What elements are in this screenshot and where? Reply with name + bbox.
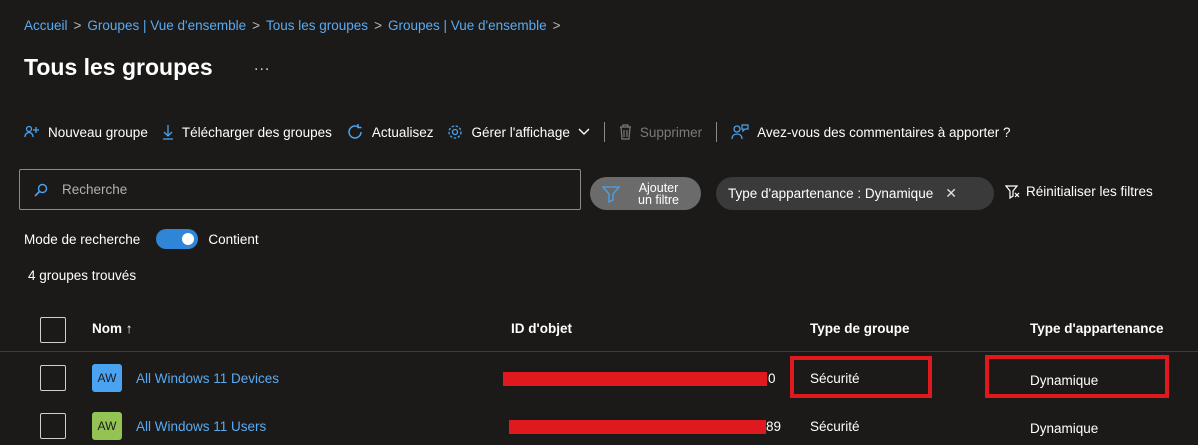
chevron-down-icon	[578, 128, 590, 136]
more-options-button[interactable]: ...	[254, 57, 270, 75]
toolbar-divider	[716, 122, 718, 142]
toolbar-divider	[603, 122, 605, 142]
close-icon[interactable]: ✕	[945, 185, 957, 202]
feedback-button[interactable]: Avez-vous des commentaires à apporter ?	[731, 124, 1011, 140]
delete-label: Supprimer	[639, 124, 703, 140]
select-all-checkbox[interactable]	[40, 317, 66, 343]
table-header: Nom ↑ ID d'objet Type de groupe Type d'a…	[0, 310, 1198, 350]
column-header-object-id[interactable]: ID d'objet	[511, 321, 572, 336]
redaction-bar	[509, 420, 766, 434]
active-filter-pill[interactable]: Type d'appartenance : Dynamique ✕	[716, 177, 994, 210]
refresh-button[interactable]: Actualisez	[346, 123, 434, 141]
redaction-bar	[503, 372, 767, 386]
refresh-label: Actualisez	[371, 124, 434, 140]
new-group-label: Nouveau groupe	[48, 124, 148, 140]
download-groups-button[interactable]: Télécharger des groupes	[162, 124, 332, 140]
new-group-icon	[24, 125, 40, 139]
search-mode-toggle[interactable]	[156, 229, 199, 249]
filter-icon	[602, 185, 620, 203]
header-divider	[0, 351, 1198, 352]
breadcrumb-separator: >	[552, 18, 561, 33]
column-header-membership-type[interactable]: Type d'appartenance	[1030, 321, 1164, 336]
breadcrumb-separator: >	[374, 18, 382, 33]
add-filter-label-line1: Ajouter	[638, 180, 679, 195]
search-box	[19, 169, 581, 210]
group-type: Sécurité	[810, 419, 860, 434]
avatar: AW	[92, 412, 122, 440]
active-filter-label: Type d'appartenance : Dynamique	[728, 186, 934, 201]
reset-filters-label: Réinitialiser les filtres	[1026, 184, 1153, 199]
search-mode-label: Mode de recherche	[24, 231, 141, 247]
gear-icon	[447, 124, 463, 140]
clear-filter-icon	[1005, 184, 1020, 199]
highlight-box-membership-type	[985, 355, 1169, 398]
breadcrumb-groups-overview[interactable]: Groupes | Vue d'ensemble	[87, 18, 246, 33]
breadcrumb-groups-overview-2[interactable]: Groupes | Vue d'ensemble	[388, 18, 547, 33]
breadcrumb-separator: >	[73, 18, 82, 33]
manage-view-label: Gérer l'affichage	[471, 124, 570, 140]
search-icon	[34, 183, 48, 197]
feedback-label: Avez-vous des commentaires à apporter ?	[757, 124, 1011, 140]
trash-icon	[619, 124, 632, 140]
object-id: 0	[768, 371, 776, 386]
column-header-name[interactable]: Nom ↑	[92, 321, 133, 336]
row-checkbox[interactable]	[40, 413, 66, 439]
membership-type: Dynamique	[1030, 421, 1099, 436]
add-filter-button[interactable]: Ajouter un filtre	[590, 177, 701, 210]
toolbar: Nouveau groupe Télécharger des groupes A…	[24, 121, 1025, 143]
breadcrumb-home[interactable]: Accueil	[24, 18, 68, 33]
search-input[interactable]	[62, 182, 542, 197]
highlight-box-group-type	[790, 356, 932, 398]
breadcrumb-all-groups[interactable]: Tous les groupes	[266, 18, 368, 33]
download-groups-label: Télécharger des groupes	[181, 124, 332, 140]
row-checkbox[interactable]	[40, 365, 66, 391]
breadcrumb: Accueil > Groupes | Vue d'ensemble > Tous le…	[24, 18, 567, 33]
table-row[interactable]: AW All Windows 11 Users 89 Sécurité Dyna…	[0, 406, 1198, 445]
results-count: 4 groupes trouvés	[28, 268, 137, 283]
group-name-link[interactable]: All Windows 11 Users	[136, 419, 266, 434]
breadcrumb-separator: >	[252, 18, 260, 33]
reset-filters-button[interactable]: Réinitialiser les filtres	[1005, 184, 1153, 199]
group-name-link[interactable]: All Windows 11 Devices	[136, 371, 279, 386]
object-id: 89	[766, 419, 782, 434]
column-header-group-type[interactable]: Type de groupe	[810, 321, 910, 336]
new-group-button[interactable]: Nouveau groupe	[24, 125, 148, 140]
delete-button[interactable]: Supprimer	[619, 124, 702, 140]
add-filter-label: Ajouter un filtre	[638, 180, 679, 207]
table-row[interactable]: AW All Windows 11 Devices 0 Sécurité Dyn…	[0, 355, 1198, 400]
download-icon	[162, 124, 174, 140]
avatar: AW	[92, 364, 122, 392]
page-title: Tous les groupes	[24, 54, 213, 80]
search-mode-value: Contient	[208, 231, 259, 247]
toggle-knob	[182, 233, 195, 245]
manage-view-button[interactable]: Gérer l'affichage	[447, 124, 590, 140]
feedback-icon	[731, 124, 749, 140]
add-filter-label-line2: un filtre	[638, 192, 679, 207]
refresh-icon	[346, 123, 364, 141]
search-mode: Mode de recherche Contient	[24, 229, 259, 249]
